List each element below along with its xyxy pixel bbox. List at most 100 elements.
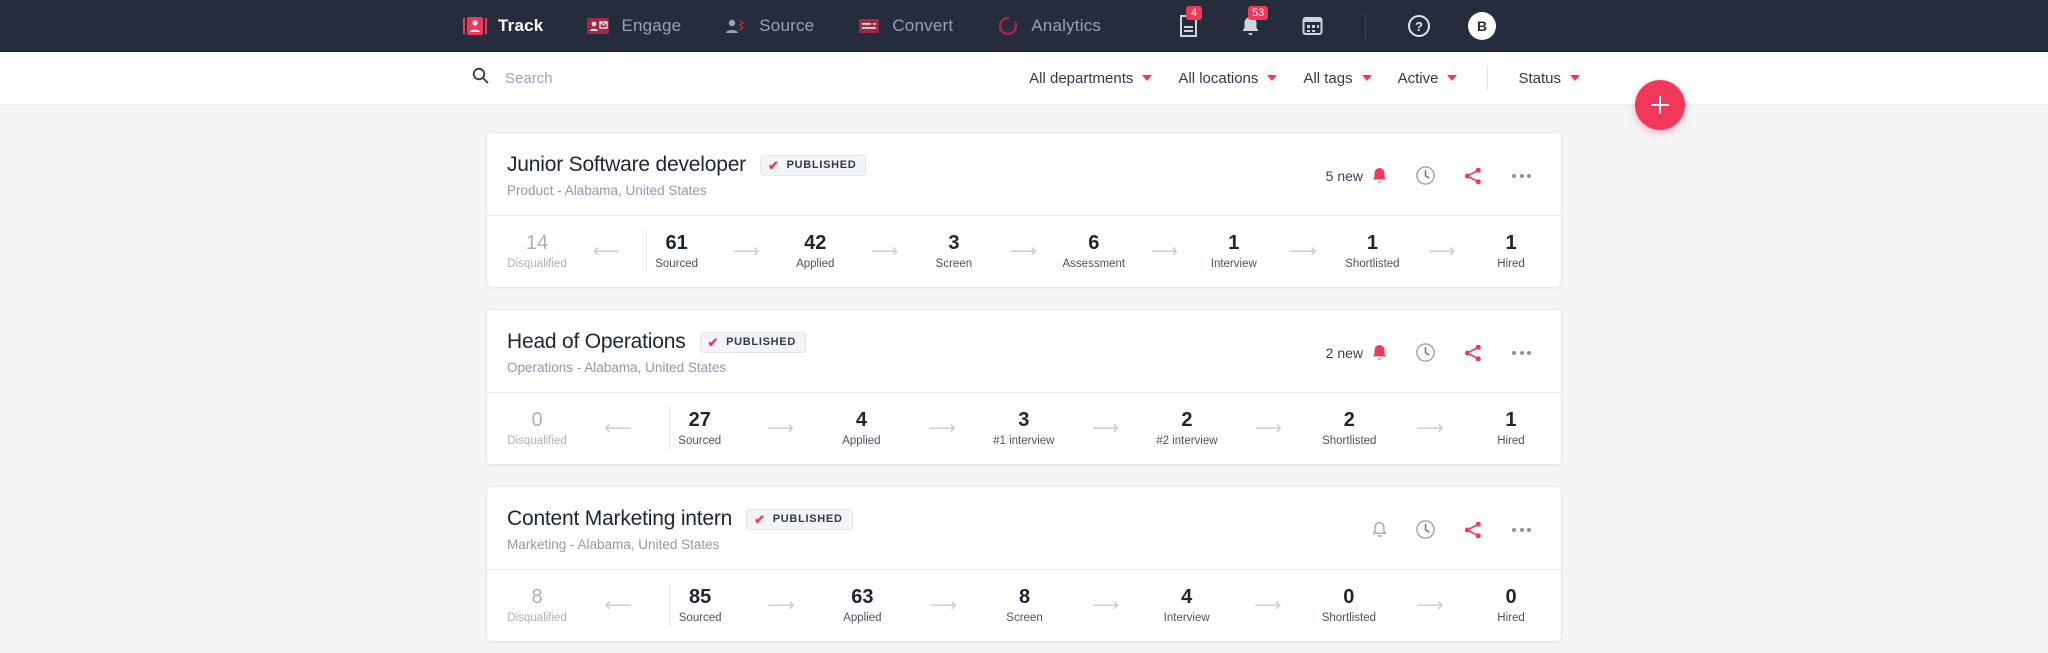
help-icon[interactable]: ? [1406, 13, 1432, 39]
stage-label: Screen [935, 258, 973, 270]
check-icon: ✔ [754, 511, 766, 527]
job-title[interactable]: Head of Operations [507, 330, 686, 354]
more-options-icon[interactable] [1510, 347, 1533, 359]
filter-dropdowns: All departments All locations All tags Acti… [1029, 66, 1580, 90]
add-job-button[interactable] [1635, 80, 1685, 130]
pipeline-stage[interactable]: 14 Disqualified [507, 232, 567, 270]
pipeline-stage[interactable]: 8 Disqualified [507, 586, 567, 624]
job-card-actions: 2 new [1326, 342, 1533, 363]
stage-count: 1 [1366, 232, 1378, 254]
check-icon: ✔ [767, 157, 780, 173]
clock-icon[interactable] [1415, 342, 1436, 363]
more-options-icon[interactable] [1510, 524, 1533, 536]
job-card-titles: Junior Software developer ✔ PUBLISHED Produ… [507, 153, 1326, 198]
top-navigation-bar: Track Engage Source Convert Analytics 4 53 ?… [0, 0, 2048, 52]
pipeline-stage[interactable]: 0 Shortlisted [1319, 586, 1379, 624]
pipeline-stage[interactable]: 1 Shortlisted [1342, 232, 1402, 270]
pipeline-stage[interactable]: 1 Interview [1204, 232, 1264, 270]
clock-icon[interactable] [1415, 165, 1436, 186]
pipeline-stage[interactable]: 8 Screen [995, 586, 1055, 624]
pipeline-stage[interactable]: 2 #2 interview [1156, 409, 1217, 447]
nav-item-track[interactable]: Track [462, 0, 543, 52]
nav-item-source[interactable]: Source [723, 0, 814, 52]
filter-all-locations[interactable]: All locations [1178, 70, 1278, 87]
arrow-right-icon: ⟶ [1254, 417, 1283, 439]
pipeline-stage[interactable]: 63 Applied [832, 586, 892, 624]
engage-icon [585, 16, 611, 36]
stage-count: 14 [525, 232, 549, 254]
filter-active[interactable]: Active [1398, 70, 1458, 87]
job-title-line: Head of Operations ✔ PUBLISHED [507, 330, 1326, 354]
status-badge: ✔ PUBLISHED [759, 154, 867, 176]
nav-item-convert[interactable]: Convert [856, 0, 953, 52]
share-icon[interactable] [1463, 166, 1483, 186]
pipeline-stage[interactable]: 4 Interview [1157, 586, 1217, 624]
new-candidates-indicator[interactable]: 5 new [1326, 167, 1388, 185]
job-title[interactable]: Junior Software developer [507, 153, 746, 177]
stage-label: Applied [843, 612, 882, 624]
bell-icon[interactable] [1371, 521, 1388, 539]
arrow-right-icon: ⟶ [870, 240, 899, 262]
stage-count: 0 [1343, 586, 1355, 608]
pipeline-stage[interactable]: 27 Sourced [670, 409, 730, 447]
pipeline-stage[interactable]: 4 Applied [831, 409, 891, 447]
pipeline-stage[interactable]: 85 Sourced [670, 586, 730, 624]
job-card: Head of Operations ✔ PUBLISHED Operations -… [486, 309, 1562, 465]
avatar[interactable]: B [1468, 11, 1496, 40]
filter-label: Status [1518, 69, 1561, 87]
stage-label: Shortlisted [1321, 612, 1377, 624]
arrow-right-icon: ⟶ [1091, 417, 1119, 439]
nav-item-label: Engage [621, 15, 682, 35]
filter-all-departments[interactable]: All departments [1029, 70, 1153, 87]
pipeline-stage[interactable]: 1 Hired [1481, 409, 1541, 447]
nav-item-engage[interactable]: Engage [585, 0, 681, 52]
pipeline-stage[interactable]: 6 Assessment [1063, 232, 1126, 270]
stage-count: 4 [1181, 586, 1193, 608]
tasks-icon[interactable]: 4 [1175, 5, 1202, 39]
job-card-titles: Head of Operations ✔ PUBLISHED Operations -… [507, 330, 1326, 375]
pipeline-stage[interactable]: 61 Sourced [647, 232, 707, 270]
filter-label: Active [1397, 69, 1439, 87]
pipeline-stage[interactable]: 1 Hired [1481, 232, 1541, 270]
pipeline-stage[interactable]: 0 Hired [1481, 586, 1541, 624]
job-card-header: Content Marketing intern ✔ PUBLISHED Market… [487, 487, 1561, 569]
stage-label: Screen [1006, 612, 1043, 624]
filter-status[interactable]: Status [1518, 70, 1580, 87]
tasks-badge: 4 [1186, 5, 1202, 20]
chevron-down-icon [1447, 75, 1458, 81]
pipeline-stages: 0 Disqualified ⟵ 27 Sourced ⟶ 4 Applied ⟶ 3 #1 int… [487, 392, 1561, 464]
more-options-icon[interactable] [1510, 170, 1533, 182]
pipeline-stage[interactable]: 0 Disqualified [507, 409, 567, 447]
stage-count: 61 [665, 232, 688, 254]
pipeline-stages: 14 Disqualified ⟵ 61 Sourced ⟶ 42 Applied ⟶ 3 Scre… [487, 215, 1561, 287]
pipeline-stage[interactable]: 3 Screen [924, 232, 984, 270]
job-card-titles: Content Marketing intern ✔ PUBLISHED Market… [507, 507, 1371, 552]
chevron-down-icon [1142, 75, 1153, 81]
stage-label: Interview [1163, 612, 1210, 624]
new-candidates-indicator[interactable]: 2 new [1326, 344, 1388, 362]
stage-label: Sourced [678, 435, 722, 447]
job-title-line: Content Marketing intern ✔ PUBLISHED [507, 507, 1371, 531]
stage-label: Applied [842, 435, 881, 447]
arrow-right-icon: ⟶ [1428, 240, 1456, 262]
calendar-icon[interactable] [1299, 13, 1325, 39]
nav-divider [1365, 12, 1366, 39]
job-card: Content Marketing intern ✔ PUBLISHED Market… [486, 486, 1562, 642]
clock-icon[interactable] [1415, 519, 1436, 540]
track-icon [462, 16, 488, 36]
pipeline-stage[interactable]: 42 Applied [785, 232, 845, 270]
job-title[interactable]: Content Marketing intern [507, 507, 732, 531]
share-icon[interactable] [1463, 343, 1483, 363]
nav-item-analytics[interactable]: Analytics [995, 0, 1101, 52]
job-card-header: Junior Software developer ✔ PUBLISHED Produ… [487, 133, 1561, 215]
pipeline-stage[interactable]: 2 Shortlisted [1319, 409, 1379, 447]
primary-nav: Track Engage Source Convert Analytics [462, 0, 1101, 52]
filter-all-tags[interactable]: All tags [1303, 70, 1372, 87]
arrow-right-icon: ⟶ [1009, 240, 1037, 262]
search-input[interactable] [505, 69, 765, 87]
share-icon[interactable] [1463, 520, 1483, 540]
svg-text:?: ? [1415, 19, 1423, 34]
pipeline-stage[interactable]: 3 #1 interview [993, 409, 1054, 447]
stage-label: Shortlisted [1345, 258, 1400, 270]
notifications-bell-icon[interactable]: 53 [1237, 5, 1269, 39]
